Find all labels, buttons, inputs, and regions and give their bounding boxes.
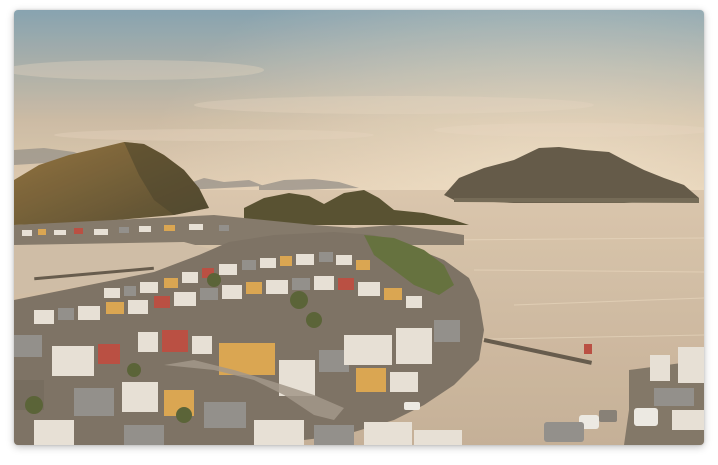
warm-tone-overlay bbox=[14, 10, 704, 445]
photo-frame bbox=[14, 10, 704, 445]
harbor-town-photo bbox=[14, 10, 704, 445]
